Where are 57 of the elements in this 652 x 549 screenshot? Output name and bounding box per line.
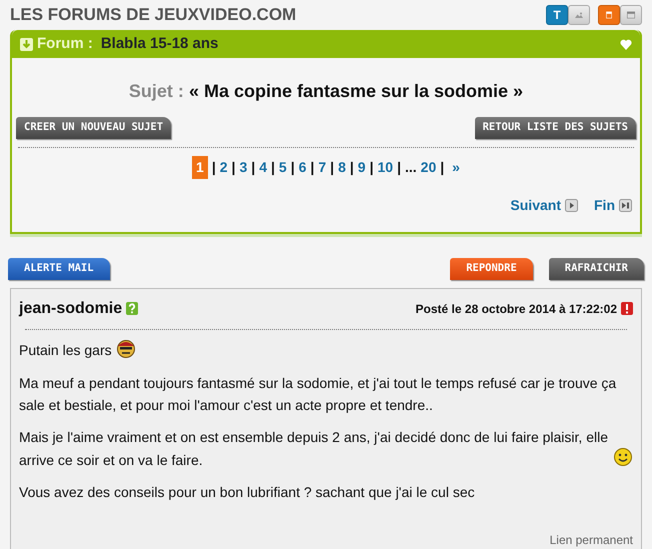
page-separator: | (290, 158, 295, 178)
image-view-toggle[interactable] (568, 5, 590, 25)
page-link[interactable]: 3 (239, 156, 248, 178)
page-separator: | (440, 158, 444, 178)
page-separator: | (270, 158, 275, 178)
page-link[interactable]: 8 (338, 156, 346, 178)
reply-button[interactable]: REPONDRE (450, 258, 533, 280)
subject-title: « Ma copine fantasme sur la sodomie » (188, 81, 524, 101)
refresh-button[interactable]: RAFRAICHIR (548, 258, 644, 280)
page-link[interactable]: 7 (318, 156, 326, 178)
page-separator: | (212, 158, 216, 178)
mail-alert-button[interactable]: ALERTE MAIL (8, 258, 110, 280)
narrow-layout-toggle[interactable] (598, 5, 620, 25)
page-separator: | (370, 158, 374, 178)
help-icon (126, 302, 138, 315)
page-link[interactable]: 9 (358, 156, 366, 178)
alert-icon (621, 302, 633, 315)
narrow-layout-icon (605, 9, 613, 21)
forum-label: Forum : (37, 34, 93, 54)
skip-end-icon (619, 198, 632, 212)
page-link[interactable]: 1 (192, 156, 208, 179)
page-separator: | (397, 158, 401, 178)
pirate-smiley-icon (116, 338, 136, 358)
play-icon (565, 198, 578, 212)
smiley-icon (613, 447, 633, 468)
page-link[interactable]: 6 (298, 156, 306, 178)
wide-layout-toggle[interactable] (620, 5, 642, 25)
permalink-link[interactable]: Lien permanent (550, 530, 633, 548)
page-ellipsis: ... (405, 158, 417, 177)
page-separator: | (330, 158, 334, 178)
text-view-toggle[interactable]: T (546, 5, 568, 25)
site-title: LES FORUMS DE JEUXVIDEO.COM (10, 4, 296, 26)
new-topic-button[interactable]: CREER UN NOUVEAU SUJET (16, 117, 172, 139)
post-paragraph: Ma meuf a pendant toujours fantasmé sur la sodomie, et j'ai tout le temps refusé car je trouve ça sale et bestiale, et pour moi l'amour c'est un acte propre et tendre.. (19, 374, 618, 415)
post-date: Posté le 28 octobre 2014 à 17:22:02 (416, 300, 617, 318)
next-link[interactable]: Suivant (510, 194, 561, 216)
page-separator: | (310, 158, 314, 178)
page-link[interactable]: 10 (378, 156, 394, 178)
page-link[interactable]: 5 (278, 156, 287, 178)
author-name: jean-sodomie (19, 298, 122, 318)
post-paragraph: Vous avez des conseils pour un bon lubrifiant ? sachant que j'ai le cul sec (19, 483, 475, 502)
post-paragraph: Mais je l'aime vraiment et on est ensemble depuis 2 ans, j'ai decidé donc de lui faire plaisir, elle arrive ce soir et on va le faire. (19, 428, 609, 470)
page-separator: | (350, 158, 354, 178)
forum-name-link[interactable]: Blabla 15-18 ans (100, 32, 218, 56)
subject-label: Sujet : (128, 81, 184, 101)
download-icon (20, 38, 33, 50)
page-link[interactable]: 20 (420, 156, 436, 178)
page-link[interactable]: 4 (259, 156, 267, 178)
page-separator: | (232, 158, 236, 178)
page-separator: | (251, 158, 256, 178)
back-to-topics-button[interactable]: RETOUR LISTE DES SUJETS (474, 117, 636, 139)
wide-layout-icon (627, 9, 635, 21)
page-link[interactable]: 2 (220, 156, 228, 178)
heart-icon (620, 38, 632, 50)
last-link[interactable]: Fin (594, 194, 615, 216)
next-page-link[interactable]: » (452, 156, 460, 178)
post-paragraph: Putain les gars (19, 341, 112, 360)
